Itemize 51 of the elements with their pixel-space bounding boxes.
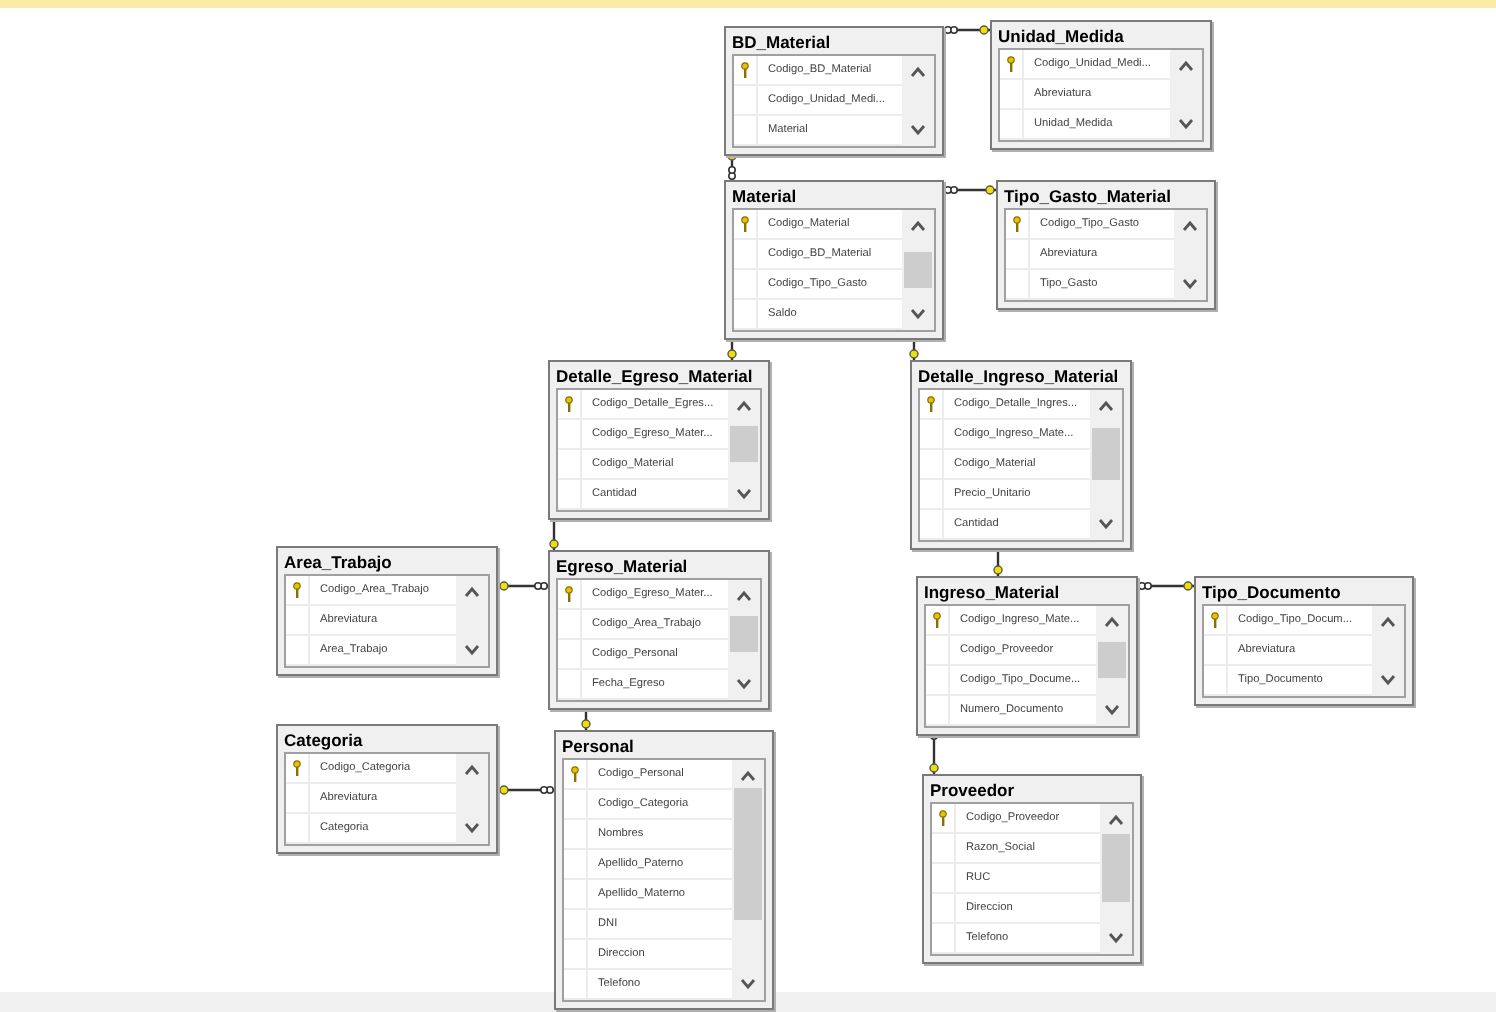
relationship-line	[1138, 581, 1194, 591]
table-title: Egreso_Material	[556, 554, 690, 578]
relationship-line	[498, 581, 548, 591]
scroll-down-icon[interactable]	[910, 308, 926, 320]
scroll-up-icon[interactable]	[1380, 616, 1396, 628]
scroll-thumb[interactable]	[1092, 427, 1120, 480]
scroll-up-icon[interactable]	[736, 400, 752, 412]
scroll-thumb[interactable]	[1098, 642, 1126, 678]
scroll-down-icon[interactable]	[464, 822, 480, 834]
scroll-down-icon[interactable]	[736, 678, 752, 690]
table-title: Categoria	[284, 728, 365, 752]
scroll-up-icon[interactable]	[740, 770, 756, 782]
scroll-up-icon[interactable]	[736, 590, 752, 602]
scroll-up-icon[interactable]	[910, 220, 926, 232]
scroll-up-icon[interactable]	[1108, 814, 1124, 826]
scroll-thumb[interactable]	[734, 788, 762, 921]
table-title: Unidad_Medida	[998, 24, 1126, 48]
scroll-down-icon[interactable]	[1108, 932, 1124, 944]
relationship-line	[944, 25, 990, 35]
table-title: Tipo_Documento	[1202, 580, 1343, 604]
scroll-up-icon[interactable]	[464, 764, 480, 776]
scroll-down-icon[interactable]	[1182, 278, 1198, 290]
scroll-up-icon[interactable]	[1098, 400, 1114, 412]
scroll-down-icon[interactable]	[1098, 518, 1114, 530]
scroll-thumb[interactable]	[730, 616, 758, 652]
table-title: Material	[732, 184, 799, 208]
scroll-down-icon[interactable]	[736, 488, 752, 500]
scroll-thumb[interactable]	[1102, 834, 1130, 902]
scroll-up-icon[interactable]	[1104, 616, 1120, 628]
table-title: BD_Material	[732, 30, 833, 54]
scroll-down-icon[interactable]	[1104, 704, 1120, 716]
scroll-down-icon[interactable]	[1380, 674, 1396, 686]
table-title: Tipo_Gasto_Material	[1004, 184, 1173, 208]
scroll-thumb[interactable]	[730, 426, 758, 462]
table-title: Detalle_Ingreso_Material	[918, 364, 1121, 388]
table-title: Area_Trabajo	[284, 550, 394, 574]
table-title: Proveedor	[930, 778, 1017, 802]
scroll-thumb[interactable]	[904, 252, 932, 288]
scroll-up-icon[interactable]	[1182, 220, 1198, 232]
scroll-down-icon[interactable]	[740, 978, 756, 990]
scroll-up-icon[interactable]	[464, 586, 480, 598]
scroll-down-icon[interactable]	[1178, 118, 1194, 130]
relationship-line	[944, 185, 996, 195]
scroll-down-icon[interactable]	[910, 124, 926, 136]
table-title: Ingreso_Material	[924, 580, 1062, 604]
table-title: Detalle_Egreso_Material	[556, 364, 755, 388]
scroll-down-icon[interactable]	[464, 644, 480, 656]
relationship-line	[498, 785, 554, 795]
table-title: Personal	[562, 734, 636, 758]
scroll-up-icon[interactable]	[910, 66, 926, 78]
scroll-up-icon[interactable]	[1178, 60, 1194, 72]
